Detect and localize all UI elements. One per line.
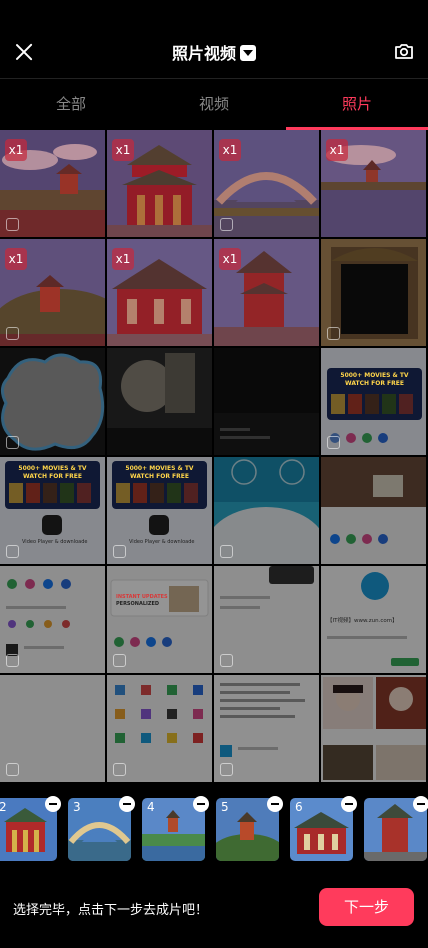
- media-thumb[interactable]: INSTANT UPDATES PERSONALIZED: [107, 566, 212, 673]
- media-thumb[interactable]: [0, 675, 105, 782]
- selected-index: 3: [73, 800, 81, 814]
- top-bar: 照片视频: [0, 0, 428, 78]
- selection-hint: 选择完毕，点击下一步去成片吧！: [13, 903, 209, 918]
- media-thumb[interactable]: 【IT视频】www.zun.com】: [321, 566, 426, 673]
- media-thumb[interactable]: 5000+ MOVIES & TV WATCH FOR FREE: [321, 348, 426, 455]
- next-button[interactable]: 下一步: [319, 888, 414, 926]
- expand-icon[interactable]: [6, 327, 19, 340]
- expand-icon[interactable]: [6, 545, 19, 558]
- camera-icon[interactable]: [394, 41, 414, 61]
- selection-tray: 2 3 4 5 6 选择完毕，点击下一步去成片吧！ 下一步: [0, 782, 428, 948]
- tab-photo[interactable]: 照片: [286, 93, 428, 114]
- selected-index: 6: [295, 800, 303, 814]
- media-thumb[interactable]: [0, 566, 105, 673]
- expand-icon[interactable]: [113, 654, 126, 667]
- expand-icon[interactable]: [220, 654, 233, 667]
- movies-banner-line1: 5000+ MOVIES & TV: [125, 465, 194, 472]
- media-thumb[interactable]: [214, 566, 319, 673]
- select-count-badge: x1: [5, 139, 27, 161]
- media-thumb[interactable]: x1: [0, 239, 105, 346]
- expand-icon[interactable]: [6, 436, 19, 449]
- select-count-badge: x1: [112, 248, 134, 270]
- media-thumb[interactable]: [0, 348, 105, 455]
- chevron-down-icon: [240, 45, 256, 61]
- expand-icon[interactable]: [6, 654, 19, 667]
- expand-icon[interactable]: [220, 218, 233, 231]
- album-selector[interactable]: 照片视频: [0, 40, 428, 64]
- app-name-text: Video Player & downloade: [129, 539, 195, 545]
- app-name-text: Video Player & downloade: [22, 539, 88, 545]
- media-thumb[interactable]: x1: [0, 130, 105, 237]
- media-thumb[interactable]: x1: [321, 130, 426, 237]
- expand-icon[interactable]: [113, 763, 126, 776]
- expand-icon[interactable]: [327, 436, 340, 449]
- media-thumb[interactable]: x1: [214, 130, 319, 237]
- select-count-badge: x1: [219, 248, 241, 270]
- movies-banner-line2: WATCH FOR FREE: [345, 380, 404, 387]
- media-thumb[interactable]: 5000+ MOVIES & TV WATCH FOR FREE Video P…: [107, 457, 212, 564]
- movies-banner-line1: 5000+ MOVIES & TV: [340, 372, 409, 379]
- media-thumb[interactable]: [107, 348, 212, 455]
- remove-icon[interactable]: [413, 796, 428, 812]
- media-thumb[interactable]: 5000+ MOVIES & TV WATCH FOR FREE Video P…: [0, 457, 105, 564]
- media-thumb[interactable]: [214, 675, 319, 782]
- expand-icon[interactable]: [113, 545, 126, 558]
- remove-icon[interactable]: [45, 796, 61, 812]
- media-tabs: 全部 视频 照片: [0, 78, 428, 130]
- media-thumb[interactable]: x1: [214, 239, 319, 346]
- tab-all[interactable]: 全部: [0, 93, 142, 114]
- media-thumb[interactable]: [321, 675, 426, 782]
- expand-icon[interactable]: [6, 763, 19, 776]
- movies-banner-line2: WATCH FOR FREE: [23, 473, 82, 480]
- select-count-badge: x1: [112, 139, 134, 161]
- expand-icon[interactable]: [220, 545, 233, 558]
- select-count-badge: x1: [326, 139, 348, 161]
- media-thumb[interactable]: [214, 457, 319, 564]
- expand-icon[interactable]: [327, 327, 340, 340]
- media-thumb[interactable]: [321, 457, 426, 564]
- remove-icon[interactable]: [341, 796, 357, 812]
- selected-strip: 2 3 4 5 6: [0, 796, 428, 862]
- selected-index: 5: [221, 800, 229, 814]
- personalized-text: PERSONALIZED: [116, 601, 160, 607]
- expand-icon[interactable]: [6, 218, 19, 231]
- media-thumb[interactable]: [321, 239, 426, 346]
- media-thumb[interactable]: x1: [107, 239, 212, 346]
- media-thumb[interactable]: x1: [107, 130, 212, 237]
- selected-index: 4: [147, 800, 155, 814]
- remove-icon[interactable]: [193, 796, 209, 812]
- page-title: 照片视频: [171, 44, 236, 63]
- tab-video[interactable]: 视频: [143, 93, 285, 114]
- movies-banner-line2: WATCH FOR FREE: [130, 473, 189, 480]
- select-count-badge: x1: [219, 139, 241, 161]
- instant-updates-text: INSTANT UPDATES: [116, 594, 168, 600]
- media-thumb[interactable]: [107, 675, 212, 782]
- selected-index: 2: [0, 800, 7, 814]
- media-grid: x1 x1 x1 x1 x1 x1 x1 5000+ MOVIES & TV W…: [0, 130, 428, 782]
- movies-banner-line1: 5000+ MOVIES & TV: [18, 465, 87, 472]
- expand-icon[interactable]: [220, 763, 233, 776]
- remove-icon[interactable]: [267, 796, 283, 812]
- remove-icon[interactable]: [119, 796, 135, 812]
- select-count-badge: x1: [5, 248, 27, 270]
- media-thumb[interactable]: [214, 348, 319, 455]
- site-text: 【IT视频】www.zun.com】: [327, 618, 398, 624]
